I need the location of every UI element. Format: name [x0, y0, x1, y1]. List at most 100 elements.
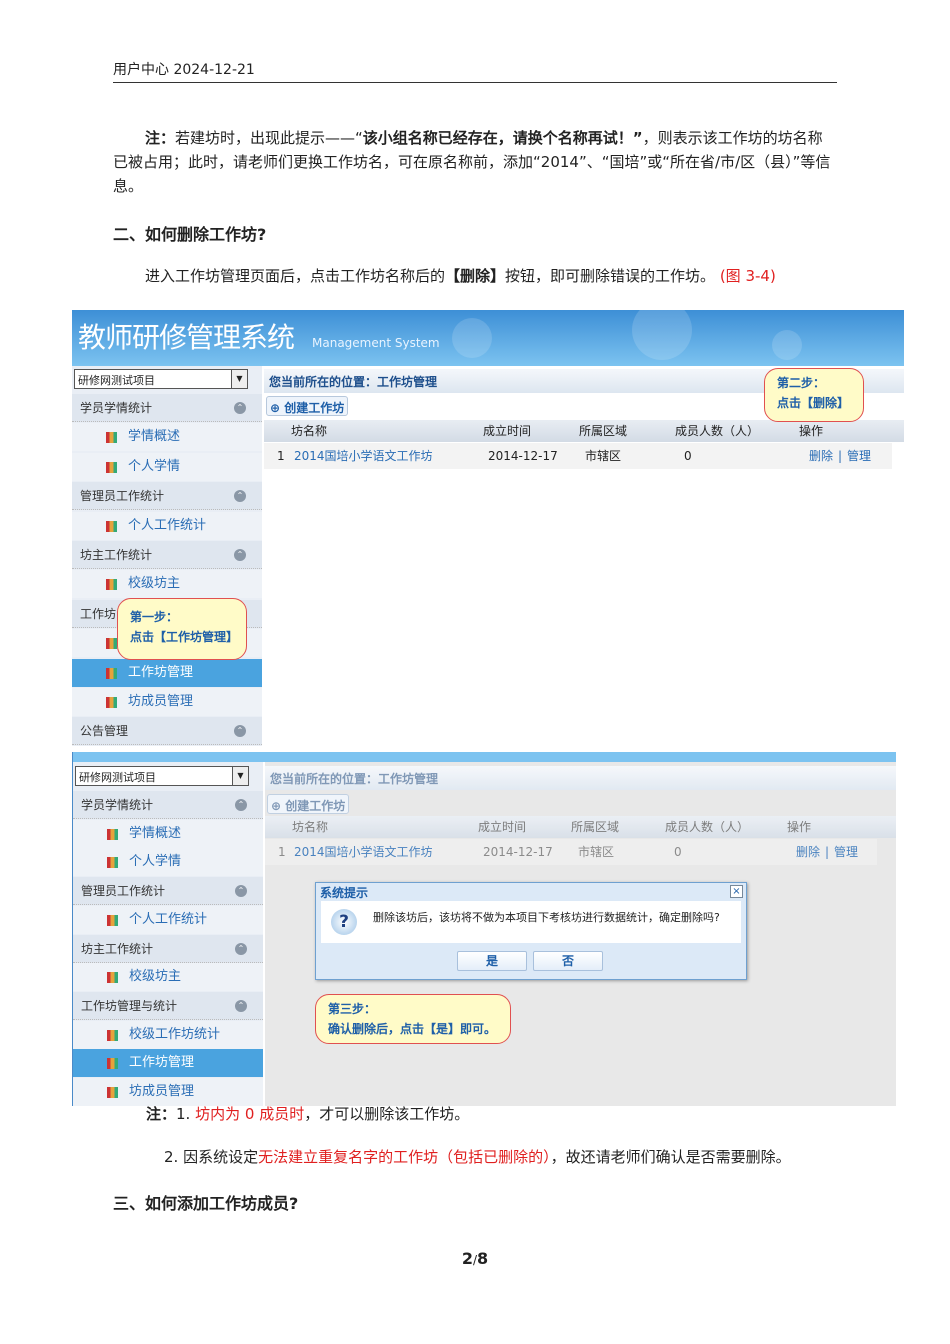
report-icon — [106, 461, 117, 473]
manage-link[interactable]: 管理 — [847, 443, 871, 469]
create-workshop-button[interactable]: ⊕ 创建工作坊 — [266, 396, 349, 416]
sidebar-item[interactable]: 校级坊主 — [73, 963, 263, 992]
note2-text: 2. 因系统设定 — [164, 1148, 259, 1166]
chevron-down-icon[interactable]: ▼ — [232, 767, 248, 785]
col-actions: 操作 — [799, 424, 824, 438]
report-icon — [106, 432, 117, 444]
report-icon — [107, 1087, 118, 1098]
chevron-down-icon[interactable]: ▼ — [231, 370, 247, 388]
current-page: 2 — [461, 1249, 473, 1268]
notes-label: 注： — [146, 1105, 177, 1123]
dialog-title: 系统提示 — [320, 886, 369, 900]
header-divider — [113, 82, 837, 83]
report-icon — [107, 914, 118, 926]
close-icon[interactable]: × — [730, 885, 743, 898]
project-select[interactable]: 研修网测试项目 ▼ — [74, 369, 248, 389]
report-icon — [106, 697, 117, 708]
app-title: 教师研修管理系统 — [78, 321, 295, 354]
report-icon — [106, 638, 117, 650]
row-members: 0 — [684, 449, 692, 463]
intro-text: 进入工作坊管理页面后，点击工作坊名称后的 — [145, 267, 446, 285]
sidebar-item-label: 工作坊管理 — [128, 664, 194, 680]
sidebar-group[interactable]: 坊主工作统计 ⌃ — [73, 934, 263, 963]
create-workshop-button[interactable]: ⊕ 创建工作坊 — [267, 794, 350, 814]
sidebar: 研修网测试项目 ▼ 学员学情统计 ⌃ 学情概述 个人学情 管理员工作统计 ⌃ 个人工作统计 坊主… — [73, 762, 263, 1106]
sidebar-item-label: 个人学情 — [128, 458, 181, 474]
sidebar-group[interactable]: 工作坊管理与统计 ⌃ — [73, 991, 263, 1020]
collapse-icon[interactable]: ⌃ — [235, 799, 247, 811]
sidebar-item[interactable]: 个人学情 — [73, 848, 263, 877]
sidebar-group-label: 坊主工作统计 — [80, 548, 153, 562]
collapse-icon[interactable]: ⌃ — [235, 999, 247, 1012]
row-area: 市辖区 — [578, 845, 615, 859]
note2-text-2: ，故还请老师们确认是否需要删除。 — [550, 1148, 791, 1166]
project-select[interactable]: 研修网测试项目 ▼ — [75, 766, 249, 786]
banner-strip — [73, 752, 896, 762]
sidebar-item-label: 学情概述 — [129, 825, 182, 841]
sidebar-item[interactable]: 个人学情 — [72, 452, 262, 481]
collapse-icon[interactable]: ⌃ — [234, 402, 246, 414]
callout-title: 第三步： — [328, 1002, 377, 1016]
workshop-name-link[interactable]: 2014国培小学语文工作坊 — [294, 839, 433, 865]
create-workshop-label: 创建工作坊 — [285, 799, 346, 813]
callout-body: 确认删除后，点击【是】即可。 — [328, 1022, 497, 1036]
link-separator: | — [838, 449, 843, 463]
col-name: 坊名称 — [292, 820, 329, 834]
sidebar-item[interactable]: 校级工作坊统计 — [73, 1020, 263, 1049]
note1-highlight: 坊内为 0 成员时 — [195, 1105, 305, 1123]
link-separator: | — [825, 845, 830, 859]
manage-link[interactable]: 管理 — [834, 839, 858, 865]
collapse-icon[interactable]: ⌃ — [235, 942, 247, 955]
intro-text-2: 按钮，即可删除错误的工作坊。 — [505, 267, 716, 285]
sidebar-group[interactable]: 管理员工作统计 ⌃ — [73, 877, 263, 906]
sidebar-item[interactable]: 坊成员管理 — [72, 688, 262, 716]
callout-title: 第二步： — [777, 376, 826, 390]
col-area: 所属区域 — [579, 424, 628, 438]
sidebar-item[interactable]: 学情概述 — [73, 819, 263, 848]
create-workshop-label: 创建工作坊 — [284, 401, 345, 415]
sidebar-item[interactable]: 个人工作统计 — [72, 511, 262, 540]
col-area: 所属区域 — [571, 820, 620, 834]
sidebar-group[interactable]: 坊主工作统计 ⌃ — [72, 541, 262, 569]
delete-link[interactable]: 删除 — [809, 443, 833, 469]
table-header: 坊名称 成立时间 所属区域 成员人数（人） 操作 — [265, 816, 896, 838]
row-date: 2014-12-17 — [483, 845, 553, 859]
sidebar-item-label: 个人工作统计 — [128, 517, 207, 533]
app-banner: 教师研修管理系统 Management System — [72, 310, 904, 366]
collapse-icon[interactable]: ⌃ — [234, 490, 246, 503]
sidebar-group-label: 公告管理 — [80, 724, 129, 739]
workshop-name-link[interactable]: 2014国培小学语文工作坊 — [294, 443, 433, 469]
sidebar-group-label: 学员学情统计 — [81, 798, 154, 812]
table-header: 坊名称 成立时间 所属区域 成员人数（人） 操作 — [264, 420, 904, 442]
callout-body: 点击【工作坊管理】 — [130, 630, 239, 644]
sidebar-item[interactable]: 校级坊主 — [72, 570, 262, 599]
collapse-icon[interactable]: ⌃ — [234, 549, 246, 561]
sidebar-group-label: 工作坊管理与统计 — [81, 998, 178, 1013]
sidebar-group-label: 坊主工作统计 — [81, 941, 154, 956]
sidebar-group[interactable]: 管理员工作统计 ⌃ — [72, 482, 262, 511]
note1-num: 1. — [176, 1105, 191, 1123]
sidebar-group[interactable]: 学员学情统计 ⌃ — [73, 791, 263, 819]
report-icon — [107, 828, 118, 840]
sidebar-group[interactable]: 公告管理 ⌃ — [72, 717, 262, 746]
screenshot-delete-confirm: 研修网测试项目 ▼ 学员学情统计 ⌃ 学情概述 个人学情 管理员工作统计 ⌃ 个人工作统计 坊主… — [72, 752, 896, 1106]
sidebar-group[interactable]: 学员学情统计 ⌃ — [72, 394, 262, 422]
col-members: 成员人数（人） — [675, 424, 760, 438]
sidebar-item[interactable]: 学情概述 — [72, 423, 262, 452]
sidebar-item[interactable]: 个人工作统计 — [73, 905, 263, 934]
no-button[interactable]: 否 — [533, 951, 603, 971]
collapse-icon[interactable]: ⌃ — [234, 725, 246, 738]
report-icon — [107, 857, 118, 869]
sidebar-item[interactable]: 工作坊管理 — [72, 658, 262, 687]
note-bold: 该小组名称已经存在，请换个名称再试！” — [362, 129, 643, 147]
sidebar-item[interactable]: 工作坊管理 — [73, 1049, 263, 1078]
note1-text: ，才可以删除该工作坊。 — [304, 1105, 470, 1123]
sidebar-group-label: 管理员工作统计 — [80, 489, 165, 504]
yes-button[interactable]: 是 — [457, 951, 527, 971]
sidebar: 研修网测试项目 ▼ 学员学情统计 ⌃ 学情概述个人学情管理员工作统计 ⌃ 个人工作统计坊主… — [72, 366, 262, 746]
callout-step2: 第二步： 点击【删除】 — [764, 368, 864, 422]
notes-item-1: 注：1. 坊内为 0 成员时，才可以删除该工作坊。 — [146, 1102, 870, 1126]
collapse-icon[interactable]: ⌃ — [235, 885, 247, 898]
delete-link[interactable]: 删除 — [796, 839, 820, 865]
table-row: 1 2014国培小学语文工作坊 2014-12-17 市辖区 0 删除 | 管理 — [264, 443, 892, 469]
